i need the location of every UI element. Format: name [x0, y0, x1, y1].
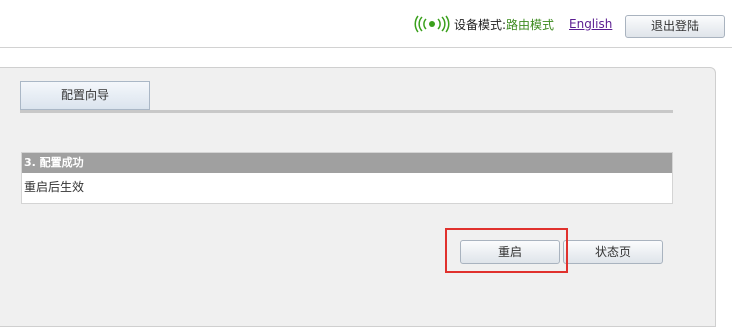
config-result-section: 3. 配置成功 重启后生效 — [21, 152, 673, 204]
device-mode-value: 路由模式 — [506, 17, 555, 32]
language-english-link[interactable]: English — [569, 17, 612, 31]
device-mode-indicator: 设备模式: 路由模式 — [412, 15, 554, 33]
status-page-button[interactable]: 状态页 — [563, 240, 663, 264]
tab-divider — [20, 110, 673, 113]
device-mode-label: 设备模式: — [454, 17, 507, 32]
logout-button[interactable]: 退出登陆 — [625, 15, 725, 38]
restart-button[interactable]: 重启 — [460, 240, 560, 264]
section-title: 3. 配置成功 — [22, 153, 672, 173]
section-message: 重启后生效 — [22, 173, 672, 203]
top-bar: 设备模式: 路由模式 English 退出登陆 — [0, 0, 732, 48]
tab-setup-wizard[interactable]: 配置向导 — [20, 81, 150, 110]
main-panel: 配置向导 3. 配置成功 重启后生效 重启 状态页 — [0, 67, 716, 327]
wifi-signal-icon — [414, 15, 450, 33]
